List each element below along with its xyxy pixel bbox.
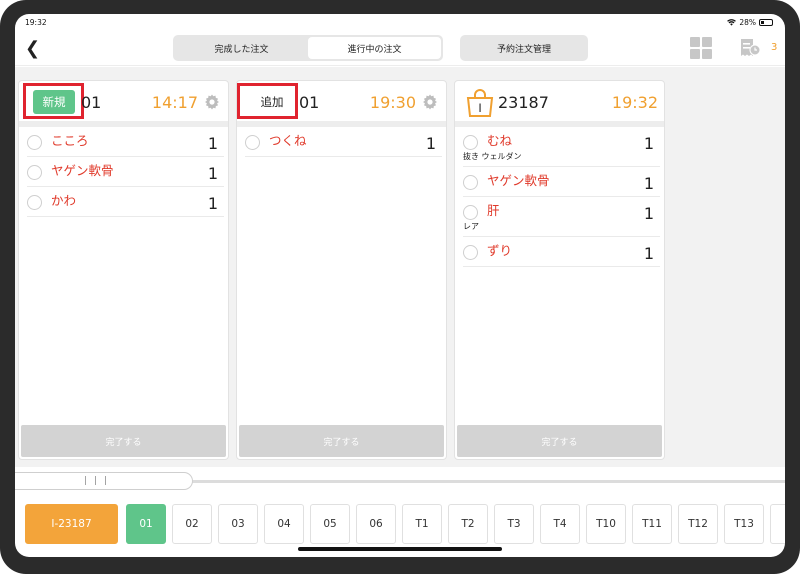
table-tab[interactable]: 03 — [218, 504, 258, 544]
item-quantity: 1 — [207, 164, 218, 183]
gear-icon[interactable] — [422, 94, 438, 110]
table-tab[interactable]: T4 — [540, 504, 580, 544]
list-item[interactable]: こころ 1 — [27, 127, 224, 157]
table-tab[interactable]: 02 — [172, 504, 212, 544]
table-number: 01 — [299, 93, 320, 112]
shopping-bag-icon: I — [466, 89, 494, 117]
item-checkbox[interactable] — [463, 205, 478, 220]
item-quantity: 1 — [425, 134, 436, 153]
grid-view-icon[interactable] — [690, 37, 712, 59]
item-quantity: 1 — [207, 134, 218, 153]
receipt-count-badge: 3 — [771, 42, 778, 53]
item-name: ヤゲン軟骨 — [51, 163, 114, 178]
table-tab[interactable]: 05 — [310, 504, 350, 544]
complete-button[interactable]: 完了する — [457, 425, 662, 457]
table-tab[interactable]: I-23187 — [25, 504, 118, 544]
battery-percent: 28% — [739, 18, 756, 27]
tab-in-progress-orders[interactable]: 進行中の注文 — [308, 37, 441, 59]
home-indicator — [298, 547, 502, 551]
list-item[interactable]: つくね 1 — [245, 127, 442, 157]
list-item[interactable]: むね 抜き ウェルダン 1 — [463, 127, 660, 167]
table-tab[interactable]: T13 — [724, 504, 764, 544]
item-list: つくね 1 — [237, 127, 446, 157]
list-item[interactable]: ずり 1 — [463, 237, 660, 267]
item-name: こころ — [51, 133, 89, 148]
table-tab[interactable]: T10 — [586, 504, 626, 544]
table-tab[interactable]: T1 — [402, 504, 442, 544]
order-time: 19:30 — [369, 93, 416, 112]
item-quantity: 1 — [643, 204, 654, 223]
item-quantity: 1 — [643, 134, 654, 153]
order-card-header: 新規 01 14:17 — [19, 81, 228, 121]
item-checkbox[interactable] — [463, 245, 478, 260]
item-note: レア — [463, 222, 479, 231]
order-status-segmented-control: 完成した注文 進行中の注文 — [173, 35, 443, 61]
item-name: むね — [487, 133, 513, 148]
list-item[interactable]: 肝 レア 1 — [463, 197, 660, 237]
back-chevron-icon[interactable]: ❮ — [25, 38, 40, 59]
item-list: むね 抜き ウェルダン 1 ヤゲン軟骨 1 肝 レア 1 ずり 1 — [455, 127, 664, 267]
item-list: こころ 1 ヤゲン軟骨 1 かわ 1 — [19, 127, 228, 217]
table-tab[interactable]: T11 — [632, 504, 672, 544]
status-bar: 19:32 28% — [15, 14, 785, 32]
table-tab[interactable]: 06 — [356, 504, 396, 544]
item-name: つくね — [269, 133, 307, 148]
order-card-header: 追加 01 19:30 — [237, 81, 446, 121]
item-quantity: 1 — [643, 174, 654, 193]
scroll-handle[interactable]: | | | — [15, 472, 193, 490]
highlight-box — [23, 83, 84, 119]
orders-board: 新規 01 14:17 こころ 1 ヤゲン軟骨 1 かわ 1 完了する 追加 0… — [15, 67, 785, 467]
reservation-management-button[interactable]: 予約注文管理 — [460, 35, 588, 61]
item-checkbox[interactable] — [463, 175, 478, 190]
item-name: 肝 — [487, 203, 500, 218]
item-checkbox[interactable] — [27, 135, 42, 150]
tab-completed-orders[interactable]: 完成した注文 — [175, 37, 308, 59]
wifi-icon — [727, 19, 737, 26]
table-tab[interactable]: 9 — [770, 504, 785, 544]
item-quantity: 1 — [207, 194, 218, 213]
complete-button[interactable]: 完了する — [21, 425, 226, 457]
item-checkbox[interactable] — [463, 135, 478, 150]
list-item[interactable]: ヤゲン軟骨 1 — [463, 167, 660, 197]
order-card: I 23187 19:32 むね 抜き ウェルダン 1 ヤゲン軟骨 1 肝 レア… — [454, 80, 665, 460]
battery-icon — [759, 19, 773, 26]
table-tab-bar: I-23187 01 02 03 04 05 06 T1 T2 T3 T4 T1… — [25, 504, 785, 544]
highlight-box — [237, 83, 298, 119]
list-item[interactable]: ヤゲン軟骨 1 — [27, 157, 224, 187]
order-card: 追加 01 19:30 つくね 1 完了する — [236, 80, 447, 460]
bag-letter: I — [478, 101, 481, 115]
status-right: 28% — [727, 18, 773, 27]
item-name: ずり — [487, 243, 513, 258]
table-tab[interactable]: 04 — [264, 504, 304, 544]
table-tab[interactable]: 01 — [126, 504, 166, 544]
table-tab[interactable]: T12 — [678, 504, 718, 544]
item-note: 抜き ウェルダン — [463, 152, 522, 161]
order-card-header: I 23187 19:32 — [455, 81, 664, 121]
status-time: 19:32 — [25, 18, 47, 27]
order-time: 14:17 — [151, 93, 198, 112]
nav-bar: ❮ 完成した注文 進行中の注文 予約注文管理 3 — [15, 32, 785, 66]
item-name: かわ — [51, 193, 77, 208]
order-card: 新規 01 14:17 こころ 1 ヤゲン軟骨 1 かわ 1 完了する — [18, 80, 229, 460]
item-checkbox[interactable] — [27, 195, 42, 210]
table-tab[interactable]: T2 — [448, 504, 488, 544]
gear-icon[interactable] — [204, 94, 220, 110]
screen: 19:32 28% ❮ 完成した注文 進行中の注文 予約注文管理 3 新規 01… — [15, 14, 785, 557]
table-number: 01 — [81, 93, 102, 112]
item-quantity: 1 — [643, 244, 654, 263]
list-item[interactable]: かわ 1 — [27, 187, 224, 217]
table-tab[interactable]: T3 — [494, 504, 534, 544]
item-checkbox[interactable] — [27, 165, 42, 180]
complete-button[interactable]: 完了する — [239, 425, 444, 457]
order-time: 19:32 — [611, 93, 658, 112]
order-number: 23187 — [498, 93, 549, 112]
item-name: ヤゲン軟骨 — [487, 173, 550, 188]
receipt-history-icon[interactable] — [739, 38, 761, 58]
item-checkbox[interactable] — [245, 135, 260, 150]
device-bezel: 19:32 28% ❮ 完成した注文 進行中の注文 予約注文管理 3 新規 01… — [0, 0, 800, 574]
